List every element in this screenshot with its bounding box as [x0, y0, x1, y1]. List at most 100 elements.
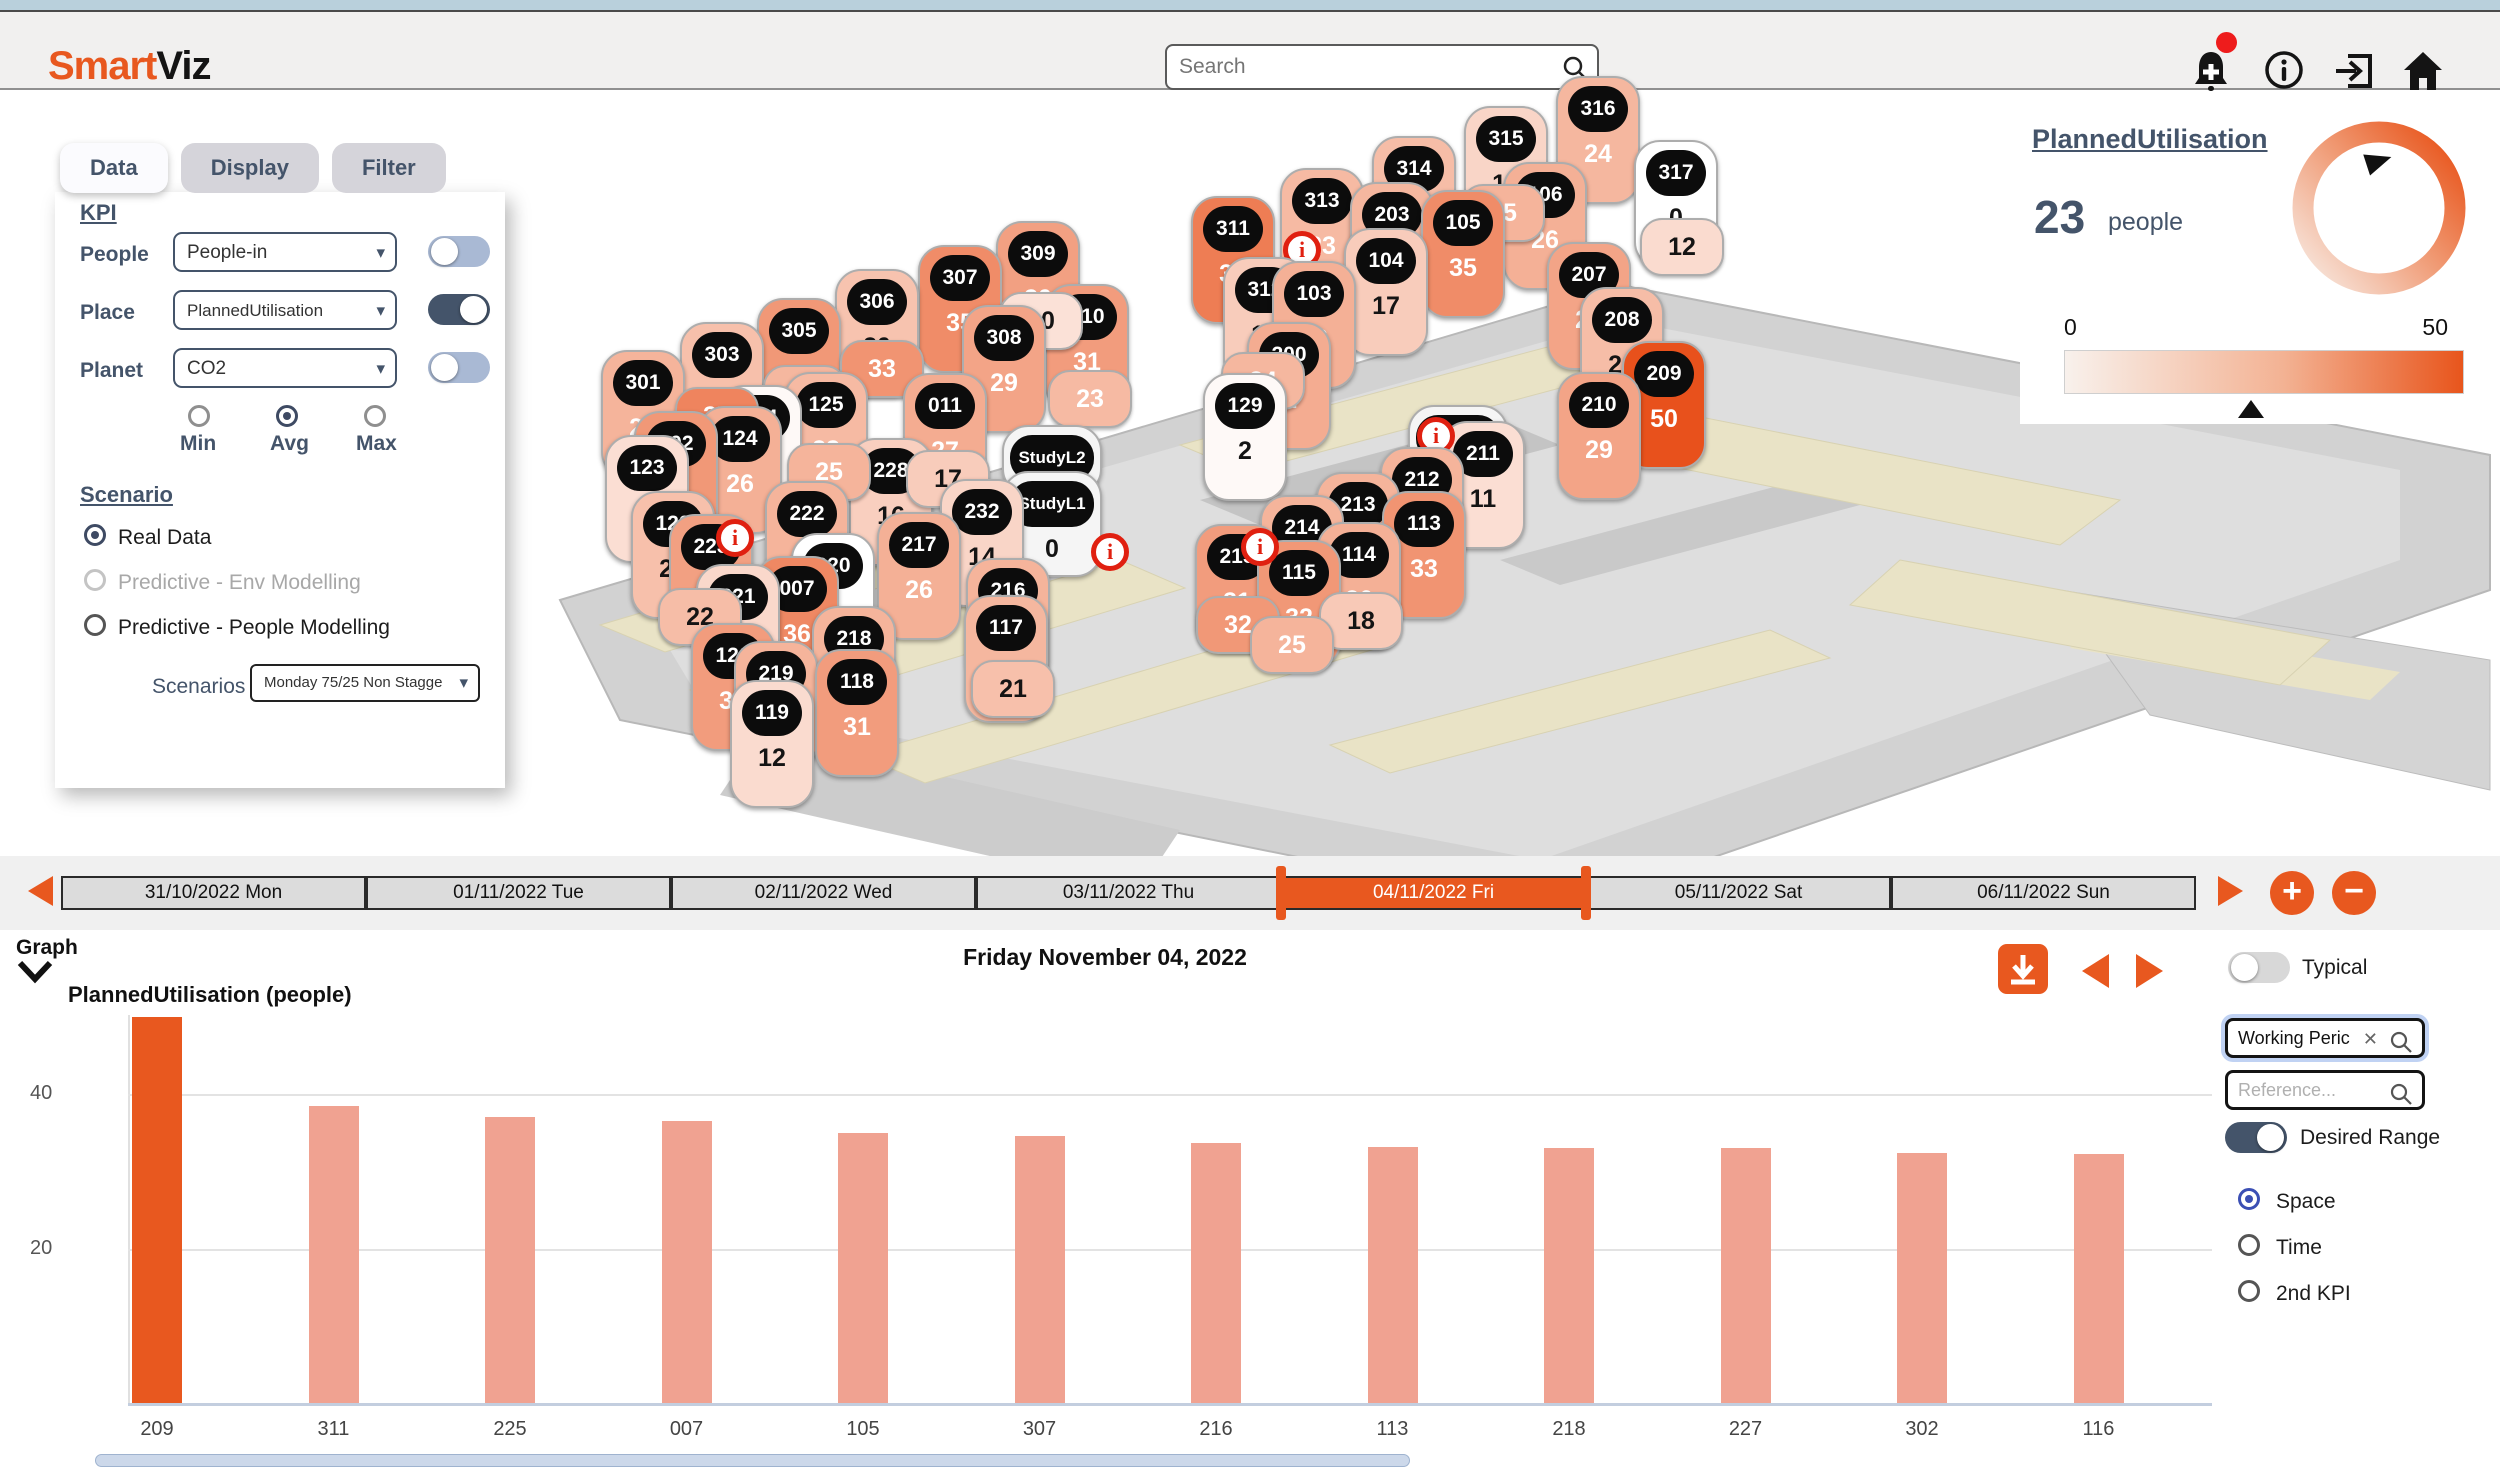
gauge-ring — [2276, 108, 2482, 304]
planet-kpi-value: CO2 — [187, 358, 226, 379]
room-badge-105[interactable]: 10535 — [1421, 190, 1505, 318]
graph-collapse-chevron-icon[interactable] — [16, 960, 54, 984]
scenario-realdata-radio[interactable] — [84, 524, 106, 546]
bar-307[interactable] — [1015, 1136, 1065, 1403]
gauge-title[interactable]: PlannedUtilisation — [2032, 124, 2268, 155]
bar-218[interactable] — [1544, 1148, 1594, 1403]
y-tick-label: 40 — [30, 1082, 52, 1105]
room-number: 104 — [1356, 238, 1416, 284]
info-icon[interactable] — [2262, 48, 2306, 92]
bar-225[interactable] — [485, 1117, 535, 1403]
mode-2ndkpi-radio[interactable] — [2238, 1280, 2260, 1302]
room-badge-129[interactable]: 1292 — [1203, 373, 1287, 501]
logout-icon[interactable] — [2332, 48, 2378, 92]
x-tick-label: 225 — [465, 1418, 555, 1441]
bar-216[interactable] — [1191, 1143, 1241, 1403]
bar-227[interactable] — [1721, 1148, 1771, 1403]
agg-min-radio[interactable] — [188, 405, 210, 427]
room-badge-119[interactable]: 11912 — [730, 680, 814, 808]
search-icon[interactable] — [2388, 1029, 2414, 1055]
tab-data[interactable]: Data — [60, 143, 168, 193]
room-value-chip[interactable]: 25 — [1250, 616, 1334, 674]
graph-prev-icon[interactable] — [2082, 954, 2109, 988]
timeline-day-0[interactable]: 31/10/2022 Mon — [61, 876, 366, 910]
timeline-next-icon[interactable] — [2218, 876, 2243, 906]
download-icon — [2007, 952, 2039, 986]
alert-info-marker-icon[interactable]: i — [716, 519, 754, 557]
bar-311[interactable] — [309, 1106, 359, 1403]
app-logo: SmartViz — [48, 44, 210, 89]
planet-kpi-toggle[interactable] — [428, 352, 490, 383]
room-number: 217 — [889, 522, 949, 568]
room-value: 17 — [1346, 292, 1426, 321]
bar-116[interactable] — [2074, 1154, 2124, 1403]
alert-info-marker-icon[interactable]: i — [1241, 528, 1279, 566]
room-badge-210[interactable]: 21029 — [1557, 372, 1641, 500]
bar-209[interactable] — [132, 1017, 182, 1403]
typical-toggle[interactable] — [2228, 952, 2290, 983]
notification-bell-icon[interactable] — [2188, 48, 2234, 94]
mode-time-radio[interactable] — [2238, 1234, 2260, 1256]
place-kpi-select[interactable]: PlannedUtilisation▾ — [173, 290, 397, 330]
y-tick-label: 20 — [30, 1237, 52, 1260]
bar-007[interactable] — [662, 1121, 712, 1403]
download-button[interactable] — [1998, 944, 2048, 994]
scenarios-select[interactable]: Monday 75/25 Non Stagge▾ — [250, 664, 480, 702]
room-value: 29 — [1559, 436, 1639, 465]
timeline-day-6[interactable]: 06/11/2022 Sun — [1891, 876, 2196, 910]
place-kpi-toggle[interactable] — [428, 294, 490, 325]
timeline-day-selected[interactable]: 04/11/2022 Fri — [1281, 876, 1586, 910]
timeline-day-5[interactable]: 05/11/2022 Sat — [1586, 876, 1891, 910]
search-box[interactable] — [1165, 44, 1599, 90]
room-number: 303 — [692, 332, 752, 378]
timeline-prev-icon[interactable] — [28, 876, 53, 906]
timeline-day-2[interactable]: 02/11/2022 Wed — [671, 876, 976, 910]
working-period-filter[interactable]: Working Peric ✕ — [2225, 1018, 2425, 1058]
bar-302[interactable] — [1897, 1153, 1947, 1403]
desired-range-toggle[interactable] — [2225, 1122, 2287, 1153]
tab-display[interactable]: Display — [181, 143, 319, 193]
room-value-chip[interactable]: 23 — [1048, 370, 1132, 428]
room-number: 118 — [827, 659, 887, 705]
timeline-handle-left[interactable] — [1276, 866, 1286, 920]
room-number: 313 — [1292, 178, 1352, 224]
graph-next-icon[interactable] — [2136, 954, 2163, 988]
timeline-zoom-in-button[interactable]: + — [2270, 871, 2314, 915]
graph-section: Graph Friday November 04, 2022 PlannedUt… — [0, 930, 2500, 1469]
mode-space-radio[interactable] — [2238, 1188, 2260, 1210]
room-value-chip[interactable]: 21 — [971, 660, 1055, 718]
room-badge-118[interactable]: 11831 — [815, 649, 899, 777]
home-icon[interactable] — [2400, 48, 2446, 94]
room-badge-104[interactable]: 10417 — [1344, 228, 1428, 356]
clear-filter-icon[interactable]: ✕ — [2363, 1029, 2378, 1050]
alert-info-marker-icon[interactable]: i — [1091, 533, 1129, 571]
x-axis — [128, 1403, 2212, 1406]
scenario-env-radio[interactable] — [84, 569, 106, 591]
scenario-people-radio[interactable] — [84, 614, 106, 636]
tab-filter[interactable]: Filter — [332, 143, 446, 193]
bar-113[interactable] — [1368, 1147, 1418, 1403]
agg-max-radio[interactable] — [364, 405, 386, 427]
people-kpi-toggle[interactable] — [428, 236, 490, 267]
scenario-people-label: Predictive - People Modelling — [118, 616, 390, 640]
search-input[interactable] — [1179, 49, 1549, 85]
people-kpi-select[interactable]: People-in▾ — [173, 232, 397, 272]
top-strip — [0, 0, 2500, 10]
room-value-chip[interactable]: 12 — [1640, 218, 1724, 276]
timeline-day-3[interactable]: 03/11/2022 Thu — [976, 876, 1281, 910]
kpi-planet-label: Planet — [80, 359, 143, 383]
room-number: 311 — [1203, 206, 1263, 252]
timeline-day-1[interactable]: 01/11/2022 Tue — [366, 876, 671, 910]
gauge-min-label: 0 — [2064, 314, 2077, 341]
planet-kpi-select[interactable]: CO2▾ — [173, 348, 397, 388]
gauge-card: PlannedUtilisation 23 people 0 50 — [2020, 92, 2482, 424]
timeline-handle-right[interactable] — [1581, 866, 1591, 920]
bar-105[interactable] — [838, 1133, 888, 1403]
agg-avg-label: Avg — [270, 432, 309, 456]
timeline-zoom-out-button[interactable]: − — [2332, 871, 2376, 915]
agg-avg-radio[interactable] — [276, 405, 298, 427]
search-icon[interactable] — [2388, 1081, 2414, 1107]
reference-filter[interactable]: Reference... — [2225, 1070, 2425, 1110]
horizontal-scrollbar[interactable] — [95, 1454, 1410, 1467]
room-number: 011 — [915, 383, 975, 429]
